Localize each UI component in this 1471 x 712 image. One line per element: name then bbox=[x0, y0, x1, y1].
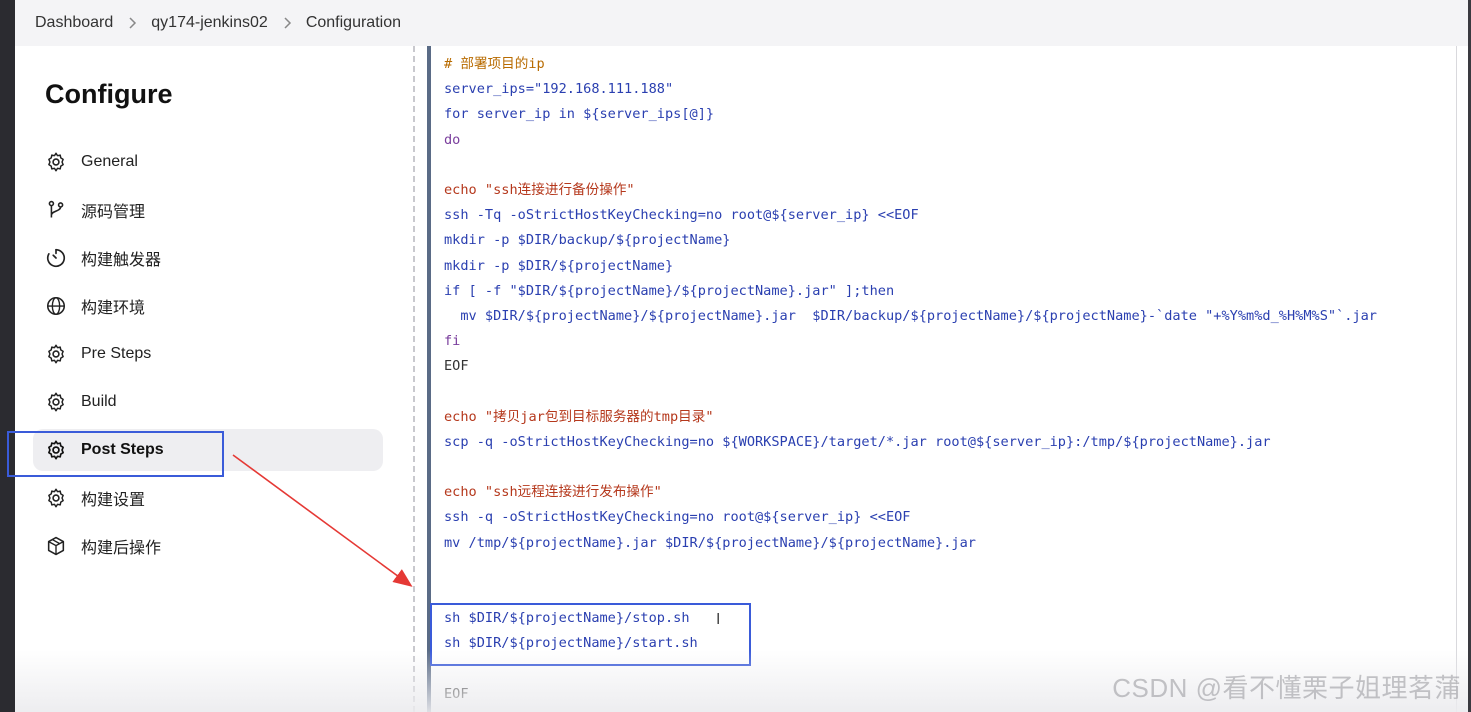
gear-icon bbox=[45, 487, 67, 509]
sidebar-item-label: 构建环境 bbox=[81, 300, 146, 317]
code-line: scp -q -oStrictHostKeyChecking=no ${WORK… bbox=[444, 433, 1271, 450]
gear-icon bbox=[45, 391, 67, 413]
annotation-box-sh-commands bbox=[430, 603, 751, 666]
code-line: echo "拷贝jar包到目标服务器的tmp目录" bbox=[444, 408, 714, 425]
package-icon bbox=[45, 535, 67, 557]
screen-edge-left bbox=[0, 0, 15, 712]
text-cursor-icon: Ⅰ bbox=[716, 610, 721, 628]
code-line: fi bbox=[444, 333, 461, 350]
sidebar-item-label: General bbox=[81, 153, 138, 170]
code-line: server_ips="192.168.111.188" bbox=[444, 81, 674, 98]
code-line: ssh -q -oStrictHostKeyChecking=no root@$… bbox=[444, 509, 911, 526]
globe-icon bbox=[45, 295, 67, 317]
page-title: Configure bbox=[45, 79, 173, 109]
sidebar-item-label: 构建触发器 bbox=[81, 252, 162, 269]
sidebar-item-label: 源码管理 bbox=[81, 204, 146, 221]
code-line: mv /tmp/${projectName}.jar $DIR/${projec… bbox=[444, 534, 976, 551]
timer-icon bbox=[45, 247, 67, 269]
code-line: mv $DIR/${projectName}/${projectName}.ja… bbox=[444, 307, 1377, 324]
sidebar-item-general[interactable]: General bbox=[33, 141, 383, 183]
breadcrumb-dashboard[interactable]: Dashboard bbox=[35, 14, 113, 32]
sidebar-item-build-environment[interactable]: 构建环境 bbox=[33, 285, 383, 327]
code-line: mkdir -p $DIR/${projectName} bbox=[444, 257, 674, 274]
code-line: # 部署项目的ip bbox=[444, 56, 545, 72]
sidebar-item-build[interactable]: Build bbox=[33, 381, 383, 423]
branch-icon bbox=[45, 199, 67, 221]
editor-border bbox=[1456, 46, 1457, 712]
code-line: do bbox=[444, 131, 461, 148]
gear-icon bbox=[45, 151, 67, 173]
breadcrumb-job[interactable]: qy174-jenkins02 bbox=[151, 14, 268, 32]
sidebar-item-build-triggers[interactable]: 构建触发器 bbox=[33, 237, 383, 279]
sidebar-item-build-settings[interactable]: 构建设置 bbox=[33, 477, 383, 519]
code-line: EOF bbox=[444, 358, 469, 375]
code-line: echo "ssh连接进行备份操作" bbox=[444, 181, 635, 198]
code-line: ssh -Tq -oStrictHostKeyChecking=no root@… bbox=[444, 207, 919, 224]
code-line: mkdir -p $DIR/backup/${projectName} bbox=[444, 232, 731, 249]
chevron-right-icon bbox=[282, 17, 292, 29]
sidebar-item-label: 构建后操作 bbox=[81, 540, 162, 557]
chevron-right-icon bbox=[127, 17, 137, 29]
code-line: echo "ssh远程连接进行发布操作" bbox=[444, 484, 662, 501]
sidebar-item-label: Build bbox=[81, 393, 117, 410]
breadcrumb: Dashboard qy174-jenkins02 Configuration bbox=[15, 0, 1468, 46]
sidebar-divider bbox=[413, 46, 415, 712]
sidebar-item-label: Pre Steps bbox=[81, 345, 152, 362]
breadcrumb-configuration[interactable]: Configuration bbox=[306, 14, 401, 32]
code-line: for server_ip in ${server_ips[@]} bbox=[444, 106, 715, 123]
sidebar-nav: General 源码管理 构建触发器 构建环境 Pre Steps Build … bbox=[33, 141, 383, 573]
annotation-box-post-steps bbox=[7, 431, 224, 477]
sidebar-item-post-build-actions[interactable]: 构建后操作 bbox=[33, 525, 383, 567]
code-line: if [ -f "$DIR/${projectName}/${projectNa… bbox=[444, 282, 895, 299]
sidebar-item-source-management[interactable]: 源码管理 bbox=[33, 189, 383, 231]
watermark: CSDN @看不懂栗子姐理茗蒲 bbox=[1112, 673, 1461, 703]
gear-icon bbox=[45, 343, 67, 365]
sidebar-item-pre-steps[interactable]: Pre Steps bbox=[33, 333, 383, 375]
sidebar: Configure General 源码管理 构建触发器 构建环境 Pre St… bbox=[15, 46, 415, 712]
sidebar-item-label: 构建设置 bbox=[81, 492, 146, 509]
